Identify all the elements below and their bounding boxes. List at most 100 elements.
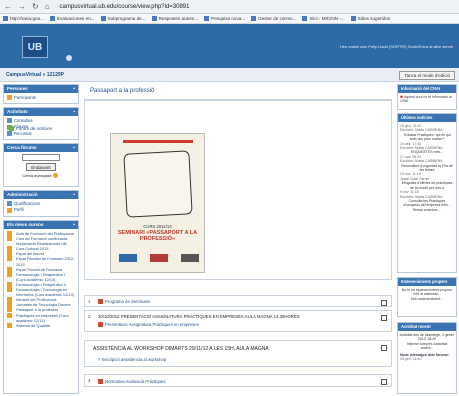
- older-topics-link[interactable]: Temes anteriors ...: [400, 208, 454, 212]
- course-link[interactable]: Curs de Formació continuada Implantació …: [16, 236, 75, 246]
- section-4: 4 Normativa Avaluació Pràctiques: [84, 374, 392, 387]
- crai-info-block: Informació del CRAI ✖ Aquest curs no té …: [397, 84, 457, 110]
- recent-activity-block: Activitat recent Activitat des de diumen…: [397, 322, 457, 394]
- course-icon: [7, 287, 12, 293]
- login-info[interactable]: Heu entrat com Felip Lladó (SORTIR) Sort…: [340, 44, 453, 49]
- bookmark[interactable]: Gestor de correo...: [251, 16, 296, 22]
- pdf-icon: [98, 322, 103, 328]
- edit-mode-button[interactable]: Tanca el mode d'edició: [399, 71, 455, 80]
- survey-icon: [7, 118, 12, 124]
- course-icon: [7, 256, 12, 262]
- bookmark-icon: [302, 16, 308, 22]
- course-icon: [7, 312, 12, 318]
- bookmark-icon: [151, 16, 157, 22]
- section-link[interactable]: Presentació Assignatura Pràctiques en em…: [98, 322, 199, 328]
- section-link[interactable]: Programa de Seminaris: [98, 299, 150, 305]
- bookmark[interactable]: Sitios sugeridos: [350, 16, 390, 22]
- bookmark[interactable]: Respostes autom...: [151, 16, 198, 22]
- full-report-link[interactable]: Informe complet d'activitat recent...: [400, 342, 454, 351]
- course-link[interactable]: Pràctiques en empreses (Curs acadèmic 12…: [16, 313, 75, 323]
- back-icon[interactable]: ←: [4, 2, 12, 11]
- collapse-icon[interactable]: ▪: [73, 145, 75, 151]
- poster-title: SEMINARI «PASSAPORT A LA PROFESSIÓ»: [117, 230, 198, 242]
- collapse-icon[interactable]: ▪: [73, 109, 75, 115]
- news-link[interactable]: Recordatori d'organitza la Fira de les f…: [400, 164, 454, 173]
- latest-news-block: Últimes notícies 26 gen, 21:40 Escrivint…: [397, 113, 457, 273]
- course-link[interactable]: Espai Facultat de Formació 2012-2013: [16, 256, 75, 266]
- block-header: Esdeveniments propers: [398, 278, 456, 286]
- seminar-poster-image: CURS 2012/13 SEMINARI «PASSAPORT A LA PR…: [110, 133, 205, 273]
- bookmark[interactable]: http://www.goo...: [3, 16, 44, 22]
- block-header: Persones ▪: [4, 85, 78, 93]
- participants-link[interactable]: Participants: [14, 95, 36, 100]
- news-link[interactable]: Consulta les Pràctiques d'ocupació del e…: [400, 199, 454, 208]
- course-link[interactable]: Farmacologia i Toxicologia en Infermeria…: [16, 287, 75, 297]
- new-event-link[interactable]: Nou esdeveniment...: [400, 297, 454, 301]
- search-input[interactable]: [22, 154, 60, 161]
- completion-checkbox[interactable]: [381, 379, 387, 385]
- search-button[interactable]: Endavant: [26, 163, 56, 171]
- poster-year: CURS 2012/13: [143, 224, 172, 229]
- sponsor-logo: [181, 254, 199, 262]
- breadcrumb-link[interactable]: CampusVirtual » 12129P: [6, 72, 64, 78]
- activities-block: Activitats ▪ Consultes Fòrums Recursos: [3, 107, 79, 140]
- reload-icon[interactable]: ↻: [32, 2, 39, 11]
- bookmark[interactable]: Evaluaciones en...: [49, 16, 95, 22]
- sponsor-logo: [150, 254, 168, 262]
- block-header: Administració ▪: [4, 191, 78, 199]
- home-icon[interactable]: ⌂: [45, 2, 50, 11]
- profile-icon: [7, 207, 12, 213]
- resource-icon: [7, 130, 12, 136]
- header-badge-icon: [66, 55, 72, 61]
- bookmark[interactable]: Subprograma de...: [100, 16, 146, 22]
- course-link[interactable]: Sistema de Qualitat: [16, 323, 50, 328]
- block-header: Els meus cursos ▪: [4, 221, 78, 229]
- completion-checkbox[interactable]: [381, 345, 387, 351]
- course-link[interactable]: Farmacologia i Terapèutica I (Curs acadè…: [16, 272, 75, 282]
- section-number: 4: [88, 378, 91, 383]
- grades-icon: [7, 201, 12, 207]
- section-link[interactable]: Normativa Avaluació Pràctiques: [98, 379, 166, 385]
- bookmark[interactable]: Inici - MICINN -...: [302, 16, 345, 22]
- pdf-icon: [98, 379, 103, 385]
- ub-logo[interactable]: UB: [22, 36, 48, 58]
- activity-link[interactable]: Consultes: [14, 118, 33, 123]
- bookmark-icon: [49, 16, 55, 22]
- admin-link[interactable]: Perfil: [14, 207, 24, 212]
- url-field[interactable]: campusvirtual.ub.edu/course/view.php?id=…: [60, 4, 190, 10]
- poster-drawing: [123, 150, 193, 218]
- forward-icon[interactable]: →: [18, 2, 26, 11]
- admin-link[interactable]: Qualificacions: [14, 201, 40, 206]
- crai-info-text: Aquest curs no té informació al CRAI: [400, 95, 452, 104]
- advanced-search-link[interactable]: Cerca avançada: [4, 173, 78, 179]
- section-heading: ASSISTÈNCIA AL WORKSHOP DIMARTS 29/11/12…: [93, 346, 269, 352]
- post-date: 26 gen, 21:40: [400, 357, 422, 362]
- forum-icon: [9, 126, 14, 132]
- news-forum-link[interactable]: Fòrum de notícies: [9, 126, 52, 132]
- news-link[interactable]: Trobada Pràctiques: qui és qui amb uns p…: [400, 133, 454, 142]
- course-icon: [7, 236, 12, 242]
- collapse-icon[interactable]: ▪: [73, 192, 75, 198]
- breadcrumb: CampusVirtual » 12129P Tanca el mode d'e…: [0, 68, 459, 82]
- block-header: Activitat recent: [398, 323, 456, 331]
- pdf-icon: [98, 299, 103, 305]
- section-link[interactable]: ? Inscripció assistència al workshop: [98, 357, 166, 362]
- section-heading: 20/10/2012 PRESENTACIÓ ASSIGNATURA PRÀCT…: [98, 314, 300, 319]
- block-header: Activitats ▪: [4, 108, 78, 116]
- bookmark-icon: [350, 16, 356, 22]
- collapse-icon[interactable]: ▪: [73, 222, 75, 228]
- section-number: 2: [88, 314, 91, 319]
- collapse-icon[interactable]: ▪: [73, 86, 75, 92]
- my-courses-block: Els meus cursos ▪ Aula de Formació del Pr…: [3, 220, 79, 394]
- activity-link[interactable]: Recursos: [14, 131, 32, 136]
- completion-checkbox[interactable]: [381, 315, 387, 321]
- search-block: Cerca fòrums ▪ Endavant Cerca avançada: [3, 143, 79, 187]
- people-block: Persones ▪ Participants: [3, 84, 79, 104]
- browser-address-bar: ← → ↻ ⌂ campusvirtual.ub.edu/course/view…: [0, 0, 459, 14]
- bookmark[interactable]: Pesquisa nova...: [204, 16, 245, 22]
- news-link[interactable]: Infografia d'ofertes de pràctiques de la…: [400, 181, 454, 190]
- bookmarks-bar: http://www.goo... Evaluaciones en... Sub…: [0, 14, 459, 24]
- recent-since-text: Activitat des de diumenge, 2 gener 2013,…: [400, 333, 454, 342]
- bookmark-icon: [100, 16, 106, 22]
- completion-checkbox[interactable]: [381, 300, 387, 306]
